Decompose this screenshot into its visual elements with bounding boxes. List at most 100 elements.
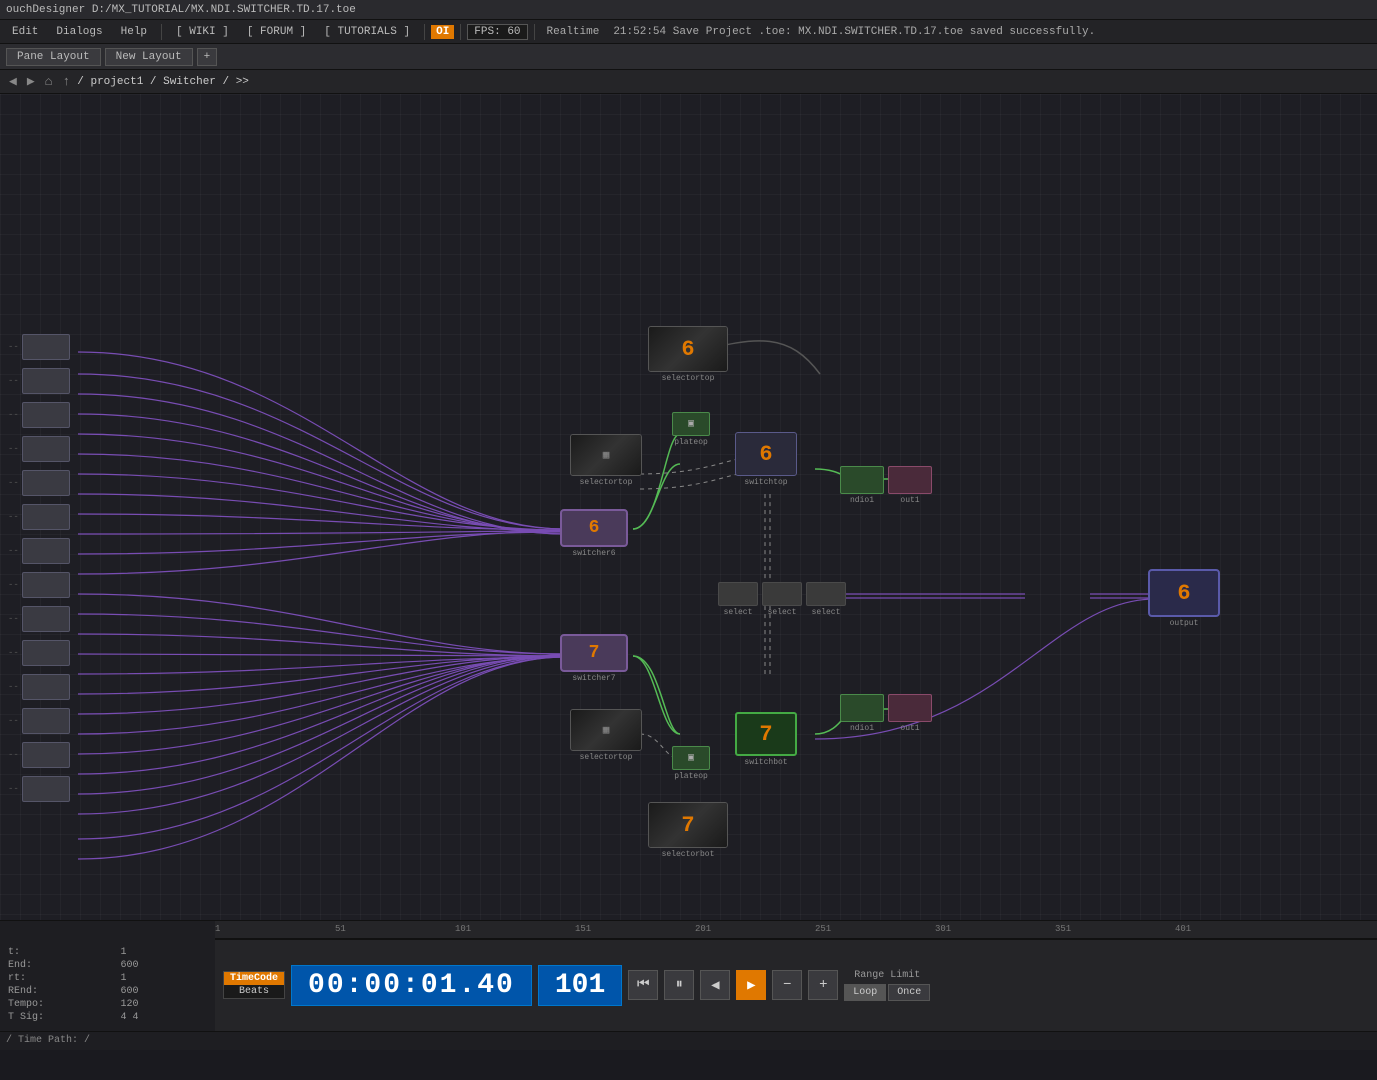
tempo-value: 120 — [121, 999, 208, 1010]
tape-node[interactable] — [22, 606, 70, 632]
preview-top-small[interactable]: ▣ plateop — [672, 412, 710, 447]
list-item[interactable]: -- — [8, 674, 70, 700]
tape-node[interactable] — [22, 368, 70, 394]
tape-node[interactable] — [22, 572, 70, 598]
step-back-button[interactable]: ◀ — [700, 970, 730, 1000]
out-node-7a[interactable]: ndio1 — [840, 694, 884, 733]
title-bar: ouchDesigner D:/MX_TUTORIAL/MX.NDI.SWITC… — [0, 0, 1377, 20]
switcher-6-node[interactable]: 6 switcher6 — [560, 509, 628, 558]
tape-inputs-group: -- -- -- -- -- -- -- -- — [8, 334, 70, 802]
middle-chain: select select select — [718, 582, 846, 617]
title-text: ouchDesigner D:/MX_TUTORIAL/MX.NDI.SWITC… — [6, 4, 356, 16]
fps-label: FPS: — [474, 26, 500, 38]
tape-node[interactable] — [22, 708, 70, 734]
list-item[interactable]: -- — [8, 742, 70, 768]
preview-6-node[interactable]: ▦ selectortop — [570, 434, 642, 487]
add-layout-button[interactable]: + — [197, 48, 218, 66]
tsig-value: 4 4 — [121, 1012, 208, 1023]
nav-up-button[interactable]: ↑ — [59, 74, 73, 89]
loop-button[interactable]: Loop — [844, 984, 886, 1001]
menu-help[interactable]: Help — [113, 24, 155, 40]
list-item[interactable]: -- — [8, 708, 70, 734]
list-item[interactable]: -- — [8, 538, 70, 564]
big-6-label: 6 — [759, 442, 772, 467]
oi-badge[interactable]: OI — [431, 25, 454, 39]
list-item[interactable]: -- — [8, 470, 70, 496]
top-preview-node[interactable]: 6 selectortop — [648, 326, 728, 383]
big-6-node[interactable]: 6 switchtop — [735, 432, 797, 487]
tape-node[interactable] — [22, 402, 70, 428]
realtime-label[interactable]: Realtime — [541, 26, 606, 38]
list-item[interactable]: -- — [8, 402, 70, 428]
tutorials-link[interactable]: [ TUTORIALS ] — [316, 24, 418, 40]
wiki-link[interactable]: [ WIKI ] — [168, 24, 237, 40]
bottom-preview-node[interactable]: 7 selectorbot — [648, 802, 728, 859]
forum-link[interactable]: [ FORUM ] — [239, 24, 314, 40]
big-7-node[interactable]: 7 switchbot — [735, 712, 797, 767]
tape-node[interactable] — [22, 742, 70, 768]
tape-node[interactable] — [22, 436, 70, 462]
start-label: t: — [8, 947, 113, 958]
preview-7-node[interactable]: ▦ selectortop — [570, 709, 642, 762]
tape-node[interactable] — [22, 640, 70, 666]
list-item[interactable]: -- — [8, 436, 70, 462]
tape-node[interactable] — [22, 470, 70, 496]
tape-node[interactable] — [22, 674, 70, 700]
ruler-mark-1: 1 — [215, 924, 220, 934]
ruler-mark-151: 151 — [575, 924, 591, 934]
out-node-6b[interactable]: out1 — [888, 466, 932, 505]
new-layout-button[interactable]: New Layout — [105, 48, 193, 66]
preview-7-small[interactable]: ▣ plateop — [672, 746, 710, 781]
rend-value: 600 — [121, 986, 208, 997]
right-chain-7: ndio1 out1 — [840, 694, 932, 733]
once-button[interactable]: Once — [888, 984, 930, 1001]
list-item[interactable]: -- — [8, 606, 70, 632]
timecode-label[interactable]: TimeCode — [224, 972, 284, 985]
tape-node[interactable] — [22, 504, 70, 530]
out-node-6a[interactable]: ndio1 — [840, 466, 884, 505]
play-button[interactable]: ▶ — [736, 970, 766, 1000]
transport-controls: TimeCode Beats 00:00:01.40 101 ⏮ ⏸ ◀ ▶ −… — [215, 939, 1377, 1031]
beats-label[interactable]: Beats — [233, 985, 275, 998]
bottom-area: 1 51 101 151 201 251 301 351 401 t: 1 En… — [0, 920, 1377, 1050]
stats-panel: t: 1 End: 600 rt: 1 REnd: 600 Tempo: 120… — [0, 939, 215, 1031]
list-item[interactable]: -- — [8, 572, 70, 598]
timecode-mode-selector[interactable]: TimeCode Beats — [223, 971, 285, 999]
output-node-6[interactable]: 6 output — [1148, 569, 1220, 628]
nav-home-button[interactable]: ⌂ — [42, 74, 56, 89]
right-chain-6: ndio1 out1 — [840, 466, 932, 505]
rt-value: 1 — [121, 973, 208, 984]
list-item[interactable]: -- — [8, 334, 70, 360]
list-item[interactable]: -- — [8, 776, 70, 802]
pause-button[interactable]: ⏸ — [664, 970, 694, 1000]
ruler-mark-101: 101 — [455, 924, 471, 934]
end-label: End: — [8, 960, 113, 971]
tape-node[interactable] — [22, 776, 70, 802]
nav-forward-button[interactable]: ▶ — [24, 74, 38, 89]
list-item[interactable]: -- — [8, 504, 70, 530]
go-to-start-button[interactable]: ⏮ — [628, 970, 658, 1000]
time-path-label: / Time Path: / — [6, 1035, 90, 1046]
status-message: 21:52:54 Save Project .toe: MX.NDI.SWITC… — [607, 26, 1101, 38]
node-editor-canvas[interactable]: -- -- -- -- -- -- -- -- — [0, 94, 1377, 920]
pane-layout-label[interactable]: Pane Layout — [6, 48, 101, 66]
slow-plus-button[interactable]: + — [808, 970, 838, 1000]
output-6-label: 6 — [1177, 581, 1190, 606]
tape-node[interactable] — [22, 334, 70, 360]
menu-edit[interactable]: Edit — [4, 24, 46, 40]
slow-minus-button[interactable]: − — [772, 970, 802, 1000]
list-item[interactable]: -- — [8, 368, 70, 394]
list-item[interactable]: -- — [8, 640, 70, 666]
switcher-7-node[interactable]: 7 switcher7 — [560, 634, 628, 683]
end-value: 600 — [121, 960, 208, 971]
tape-node[interactable] — [22, 538, 70, 564]
time-path-bar: / Time Path: / — [0, 1031, 1377, 1050]
chain-node-a[interactable]: select — [718, 582, 758, 617]
out-node-7b[interactable]: out1 — [888, 694, 932, 733]
menu-dialogs[interactable]: Dialogs — [48, 24, 110, 40]
tempo-label: Tempo: — [8, 999, 113, 1010]
nav-back-button[interactable]: ◀ — [6, 74, 20, 89]
chain-node-b[interactable]: select — [762, 582, 802, 617]
ruler-mark-351: 351 — [1055, 924, 1071, 934]
chain-node-c[interactable]: select — [806, 582, 846, 617]
